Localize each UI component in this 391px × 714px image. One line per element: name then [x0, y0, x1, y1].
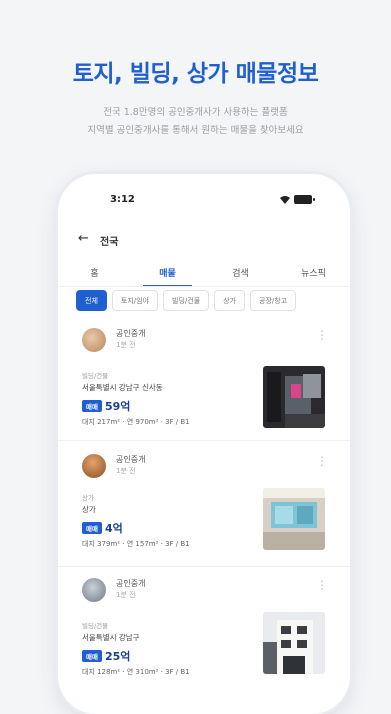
listing-address: 상가 — [82, 505, 96, 514]
listing-address: 서울특별시 강남구 신사동 — [82, 383, 163, 392]
listing-photo — [263, 488, 325, 550]
chip-land[interactable]: 토지/임야 — [111, 290, 159, 311]
listing-card[interactable]: 공인중개 1분 전 ⋮ 빌딩/건물 서울특별시 강남구 신사동 매매 59억 대… — [58, 322, 350, 440]
more-icon[interactable]: ⋮ — [316, 328, 328, 342]
agent-name: 공인중개 — [116, 579, 146, 588]
chip-shop[interactable]: 상가 — [214, 290, 246, 311]
avatar — [82, 328, 106, 352]
agent-name: 공인중개 — [116, 329, 146, 338]
listing-divider — [58, 440, 350, 441]
subline-1: 전국 1.8만명의 공인중개사가 사용하는 플랫폼 — [103, 107, 288, 118]
chip-factory[interactable]: 공장/창고 — [250, 290, 297, 311]
agent-time: 1분 전 — [116, 341, 136, 349]
tab-search[interactable]: 검색 — [204, 264, 277, 286]
tab-listings[interactable]: 매물 — [131, 264, 204, 287]
subline-2: 지역별 공인중개사를 통해서 원하는 매물을 찾아보세요 — [87, 125, 304, 136]
filter-chips: 전체 토지/임야 빌딩/건물 상가 공장/창고 — [76, 290, 350, 312]
listing-specs: 대지 128m² · 연 310m² · 3F / B1 — [82, 668, 190, 676]
avatar — [82, 454, 106, 478]
wifi-icon — [280, 195, 290, 204]
listing-price: 4억 — [104, 522, 123, 535]
price-row: 매매 59억 — [82, 398, 130, 414]
status-time: 3:12 — [110, 194, 135, 205]
listing-card[interactable]: 공인중개 1분 전 ⋮ 빌딩/건물 서울특별시 강남구 매매 25억 대지 12… — [58, 574, 350, 714]
listing-photo — [263, 366, 325, 428]
deal-type-badge: 매매 — [82, 522, 102, 534]
listing-divider — [58, 566, 350, 567]
listing-price: 59억 — [104, 400, 131, 413]
status-icons — [280, 195, 315, 204]
tab-home[interactable]: 홈 — [58, 264, 131, 286]
status-bar: 3:12 — [58, 194, 350, 210]
more-icon[interactable]: ⋮ — [316, 454, 328, 468]
listing-specs: 대지 217m² · 연 970m² · 3F / B1 — [82, 418, 190, 426]
listing-address: 서울특별시 강남구 — [82, 633, 140, 642]
chip-building[interactable]: 빌딩/건물 — [163, 290, 210, 311]
price-row: 매매 25억 — [82, 648, 130, 664]
tab-divider — [58, 286, 350, 287]
price-row: 매매 4억 — [82, 520, 123, 536]
listing-price: 25억 — [104, 650, 131, 663]
nav-bar: ← 전국 — [58, 230, 350, 250]
chip-all[interactable]: 전체 — [76, 290, 107, 311]
listing-category: 빌딩/건물 — [82, 372, 109, 380]
tab-bar: 홈 매물 검색 뉴스픽 — [58, 264, 350, 287]
nav-title: 전국 — [100, 237, 119, 248]
agent-name: 공인중개 — [116, 455, 146, 464]
deal-type-badge: 매매 — [82, 650, 102, 662]
listing-photo — [263, 612, 325, 674]
listing-card[interactable]: 공인중개 1분 전 ⋮ 상가 상가 매매 4억 대지 379m² · 연 157… — [58, 448, 350, 566]
listing-specs: 대지 379m² · 연 157m² · 3F / B1 — [82, 540, 190, 548]
battery-icon — [294, 195, 315, 204]
tab-news[interactable]: 뉴스픽 — [277, 264, 350, 286]
avatar — [82, 578, 106, 602]
listing-category: 상가 — [82, 494, 94, 502]
back-arrow-icon[interactable]: ← — [78, 231, 89, 246]
headline: 토지, 빌딩, 상가 매물정보 — [72, 61, 319, 87]
deal-type-badge: 매매 — [82, 400, 102, 412]
listing-category: 빌딩/건물 — [82, 622, 109, 630]
phone-mockup: 3:12 ← 전국 홈 매물 검색 뉴스픽 전체 토지/임야 빌딩/건물 상가 … — [58, 174, 350, 714]
agent-time: 1분 전 — [116, 591, 136, 599]
more-icon[interactable]: ⋮ — [316, 578, 328, 592]
agent-time: 1분 전 — [116, 467, 136, 475]
